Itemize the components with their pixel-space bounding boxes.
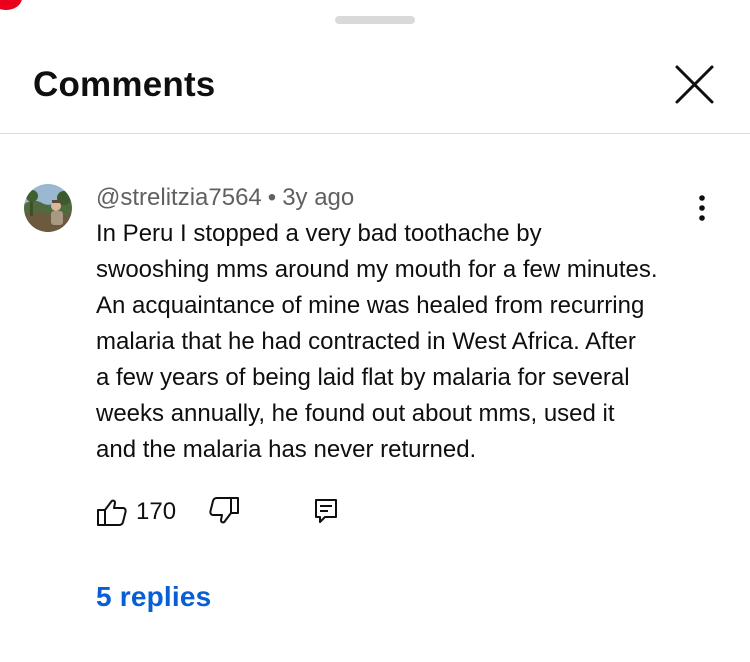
- thumbs-up-icon: [97, 499, 127, 526]
- comment-author[interactable]: @strelitzia7564: [96, 184, 262, 211]
- reply-icon: [315, 499, 337, 523]
- comment-text: In Peru I stopped a very bad toothache b…: [96, 220, 658, 463]
- comment-item: @strelitzia7564 • 3y ago In Peru I stopped…: [0, 134, 750, 662]
- close-button[interactable]: [670, 61, 718, 109]
- avatar-image: [24, 184, 72, 232]
- replies-link[interactable]: 5 replies: [96, 580, 211, 614]
- comments-sheet: Comments @strelitzia7564 • 3y ago In Per…: [0, 0, 750, 662]
- thumbs-down-icon: [209, 497, 239, 524]
- reply-button[interactable]: [310, 494, 342, 530]
- page-title: Comments: [33, 65, 216, 104]
- avatar[interactable]: [24, 184, 72, 232]
- meta-separator: •: [267, 184, 277, 211]
- like-button[interactable]: [96, 494, 128, 530]
- close-icon: [675, 65, 714, 104]
- comments-header: Comments: [0, 0, 750, 134]
- like-count: 170: [136, 498, 177, 525]
- dislike-button[interactable]: [208, 494, 240, 530]
- comment-meta: @strelitzia7564 • 3y ago: [96, 184, 354, 212]
- comment-actions: 170: [96, 494, 496, 530]
- comment-age: 3y ago: [282, 184, 355, 211]
